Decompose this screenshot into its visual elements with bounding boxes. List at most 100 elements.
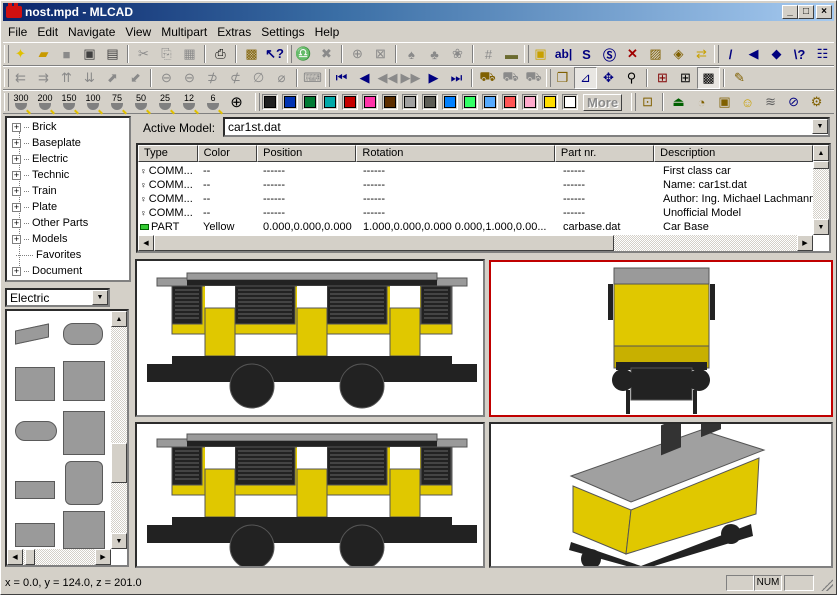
color-swatch-10[interactable]	[462, 94, 478, 110]
unhide-icon[interactable]: ⊠	[369, 43, 392, 65]
zoom-6-button[interactable]: 6	[201, 91, 225, 113]
move-minus-z-icon[interactable]: ⬋	[124, 67, 147, 89]
save-all-icon[interactable]: ▤	[101, 43, 124, 65]
hide-icon[interactable]: ⊕	[346, 43, 369, 65]
part-thumbnail[interactable]	[65, 461, 103, 505]
move-plus-x-icon[interactable]: ⇉	[32, 67, 55, 89]
brick-snap-icon[interactable]: ▬	[500, 43, 523, 65]
zoom-150-button[interactable]: 150	[57, 91, 81, 113]
part-thumbnail[interactable]	[15, 523, 55, 547]
horizontal-scrollbar[interactable]: ◀ ▶	[7, 549, 111, 565]
scroll-right-button[interactable]: ▶	[797, 235, 813, 251]
prev-fast-icon[interactable]: ◀◀	[376, 67, 399, 89]
chevron-down-icon[interactable]: ▼	[92, 290, 108, 305]
optional-line-icon[interactable]: \?	[788, 43, 811, 65]
scroll-left-button[interactable]: ◀	[7, 549, 23, 565]
column-header-rotation[interactable]: Rotation	[356, 145, 555, 162]
tree-item-baseplate[interactable]: + Baseplate	[8, 135, 128, 151]
minifig-icon[interactable]: ☺	[736, 91, 759, 113]
color-swatch-4[interactable]	[342, 94, 358, 110]
pencil-icon[interactable]: ✎	[728, 67, 751, 89]
part-thumbnail[interactable]	[63, 411, 105, 455]
parts-list[interactable]: Type Color Position Rotation Part nr. De…	[136, 143, 831, 253]
more-colors-button[interactable]: More	[583, 93, 623, 111]
color-swatch-8[interactable]	[422, 94, 438, 110]
table-row[interactable]: ♀ COMM... -- ------ ------ ------ Unofficial M…	[138, 206, 818, 220]
expand-icon[interactable]: +	[12, 202, 21, 212]
part-thumbnail[interactable]	[15, 367, 55, 401]
part-thumbnail[interactable]	[15, 481, 55, 499]
color-swatch-9[interactable]	[442, 94, 458, 110]
scroll-left-button[interactable]: ◀	[138, 235, 154, 251]
zoom-75-button[interactable]: 75	[105, 91, 129, 113]
color-swatch-1[interactable]	[282, 94, 298, 110]
color-swatch-2[interactable]	[302, 94, 318, 110]
bulbs-icon[interactable]: ❀	[446, 43, 469, 65]
tree-item-train[interactable]: + Train	[8, 183, 128, 199]
render-cec-icon[interactable]: ⛟	[522, 67, 545, 89]
zoom-find-icon[interactable]: ⚲	[620, 67, 643, 89]
zoom-fit-icon[interactable]: ⊕	[225, 91, 248, 113]
part-thumbnail[interactable]	[15, 421, 57, 441]
quad-icon[interactable]: ◆	[765, 43, 788, 65]
viewport-back[interactable]	[135, 422, 485, 568]
menu-edit[interactable]: Edit	[32, 25, 63, 39]
expand-icon[interactable]: +	[12, 122, 21, 132]
next-step-icon[interactable]: ▶	[422, 67, 445, 89]
next-fast-icon[interactable]: ▶▶	[399, 67, 422, 89]
tree-item-document[interactable]: + Document	[8, 263, 128, 279]
viewport-3d[interactable]	[489, 422, 833, 568]
properties-icon[interactable]: ▩	[240, 43, 263, 65]
insert-step-icon[interactable]: S	[575, 43, 598, 65]
table-row[interactable]: ♀ COMM... -- ------ ------ ------ Author: Ing.…	[138, 192, 818, 206]
column-header-description[interactable]: Description	[654, 145, 813, 162]
minimize-button[interactable]: _	[782, 5, 798, 19]
color-swatch-6[interactable]	[382, 94, 398, 110]
column-header-part-nr[interactable]: Part nr.	[554, 145, 655, 162]
color-swatch-0[interactable]	[262, 94, 278, 110]
scroll-thumb[interactable]	[111, 443, 127, 483]
zoom-12-button[interactable]: 12	[177, 91, 201, 113]
expand-icon[interactable]: +	[12, 266, 21, 276]
scroll-right-button[interactable]: ▶	[95, 549, 111, 565]
maximize-button[interactable]: □	[798, 5, 814, 19]
column-header-type[interactable]: Type	[138, 145, 198, 162]
part-thumbnail[interactable]	[63, 361, 105, 401]
bulb2-icon[interactable]: ♣	[423, 43, 446, 65]
expand-icon[interactable]: +	[12, 234, 21, 244]
rotate-x-icon[interactable]: ⊖	[155, 67, 178, 89]
save-as-icon[interactable]: ▣	[78, 43, 101, 65]
category-select[interactable]: Electric ▼	[5, 288, 110, 307]
tree-item-favorites[interactable]: Favorites	[8, 247, 128, 263]
insert-picture-icon[interactable]: ▨	[644, 43, 667, 65]
expand-icon[interactable]: +	[12, 186, 21, 196]
windows-icon[interactable]: ❐	[551, 67, 574, 89]
context-help-icon[interactable]: ↖?	[263, 43, 286, 65]
grid-icon[interactable]: #	[477, 43, 500, 65]
resize-grip[interactable]	[821, 579, 833, 591]
table-row[interactable]: PART Yellow 0.000,0.000,0.000 1.000,0.000,0…	[138, 220, 818, 234]
part-thumbnail[interactable]	[15, 323, 49, 345]
copy-icon[interactable]: ⎘	[155, 43, 178, 65]
move-plus-z-icon[interactable]: ⬈	[101, 67, 124, 89]
menu-multipart[interactable]: Multipart	[156, 25, 212, 39]
move-minus-y-icon[interactable]: ⇈	[55, 67, 78, 89]
render-icon[interactable]: ⛟	[476, 67, 499, 89]
menu-file[interactable]: File	[3, 25, 32, 39]
scroll-thumb[interactable]	[154, 235, 614, 251]
color-swatch-11[interactable]	[482, 94, 498, 110]
ghost-icon[interactable]: ♎	[292, 43, 315, 65]
tree-item-plate[interactable]: + Plate	[8, 199, 128, 215]
zoom-25-button[interactable]: 25	[153, 91, 177, 113]
viewports-icon[interactable]: ⊞	[651, 67, 674, 89]
color-swatch-14[interactable]	[542, 94, 558, 110]
menu-navigate[interactable]: Navigate	[63, 25, 120, 39]
move-minus-x-icon[interactable]: ⇇	[9, 67, 32, 89]
replace-icon[interactable]: ⇄	[690, 43, 713, 65]
color-swatch-5[interactable]	[362, 94, 378, 110]
print-icon[interactable]: ⎙	[209, 43, 232, 65]
import-icon[interactable]: ▣	[713, 91, 736, 113]
generator-icon[interactable]: ⚙	[805, 91, 828, 113]
rotation-point-icon[interactable]: ◔	[690, 91, 713, 113]
vertical-scrollbar[interactable]: ▲ ▼	[111, 311, 127, 549]
